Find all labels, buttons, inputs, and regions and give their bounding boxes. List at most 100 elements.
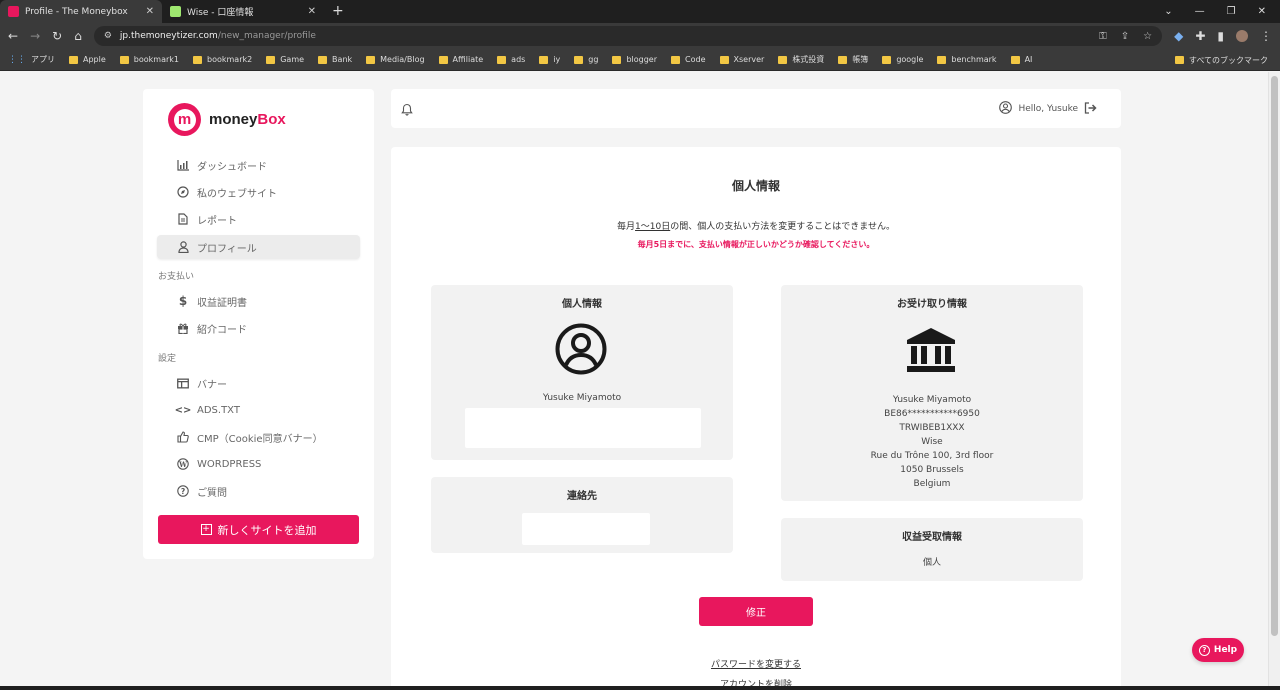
receipt-info-card: お受け取り情報 Yusuke Miyamoto BE86***********6… — [781, 285, 1083, 501]
sidebar-item-my-websites[interactable]: 私のウェブサイト — [157, 180, 360, 204]
sidebar-item-label: ご質問 — [197, 487, 227, 499]
share-icon[interactable]: ⇪ — [1121, 31, 1129, 42]
bookmark-item[interactable]: blogger — [612, 55, 657, 64]
thumbs-up-icon — [177, 431, 189, 443]
bookmark-item[interactable]: ads — [497, 55, 525, 64]
close-window-button[interactable]: ✕ — [1258, 6, 1266, 17]
sidebar-item-referral-code[interactable]: 紹介コード — [157, 316, 360, 340]
personal-info-title: 個人情報 — [562, 299, 602, 310]
logout-icon[interactable] — [1084, 101, 1097, 117]
banner-icon — [177, 378, 189, 389]
bookmark-item[interactable]: bookmark1 — [119, 55, 179, 64]
gift-icon — [177, 322, 189, 334]
minimize-button[interactable]: — — [1195, 6, 1205, 17]
moneybox-logo[interactable]: m moneyBox — [168, 103, 286, 136]
receipt-bic: TRWIBEB1XXX — [899, 423, 965, 433]
bookmark-item[interactable]: Code — [671, 55, 706, 64]
sidebar-item-report[interactable]: レポート — [157, 207, 360, 231]
bookmark-item[interactable]: Apple — [69, 55, 106, 64]
star-icon[interactable]: ☆ — [1143, 31, 1152, 42]
close-icon[interactable]: ✕ — [146, 6, 154, 17]
bookmark-item[interactable]: bookmark2 — [193, 55, 252, 64]
sidepanel-icon[interactable]: ▮ — [1217, 29, 1224, 43]
tab-search-icon[interactable]: ⌄ — [1164, 6, 1172, 17]
logo-wordmark: moneyBox — [209, 111, 286, 128]
close-icon[interactable]: ✕ — [308, 6, 316, 17]
address-bar[interactable]: ⚙ jp.themoneytizer.com/new_manager/profi… — [93, 26, 1163, 46]
home-icon[interactable]: ⌂ — [74, 29, 82, 43]
all-bookmarks[interactable]: すべてのブックマーク — [1166, 49, 1268, 70]
sidebar-item-revenue-certificate[interactable]: $ 収益証明書 — [157, 289, 360, 313]
folder-icon — [266, 55, 276, 64]
reload-icon[interactable]: ↻ — [52, 29, 62, 43]
bookmark-item[interactable]: Bank — [318, 55, 352, 64]
browser-toolbar: ← → ↻ ⌂ ⚙ jp.themoneytizer.com/new_manag… — [0, 23, 1280, 49]
sidebar-item-cmp[interactable]: CMP（Cookie同意バナー） — [157, 425, 360, 449]
personal-name: Yusuke Miyamoto — [542, 393, 622, 403]
puzzle-icon[interactable]: ✚ — [1195, 29, 1205, 43]
sidebar-item-faq[interactable]: ? ご質問 — [157, 479, 360, 503]
bookmark-item[interactable]: 帳簿 — [838, 54, 868, 65]
key-icon[interactable]: ⚿ — [1099, 31, 1107, 42]
bookmark-item[interactable]: Xserver — [719, 55, 764, 64]
bookmark-item[interactable]: 株式投資 — [778, 54, 824, 65]
edit-button[interactable]: 修正 — [699, 597, 813, 626]
sidebar-item-wordpress[interactable]: W WORDPRESS — [157, 452, 360, 476]
bookmark-item[interactable]: Media/Blog — [366, 55, 425, 64]
bookmark-item[interactable]: AI — [1010, 55, 1032, 64]
bookmark-item[interactable]: gg — [574, 55, 598, 64]
sidebar-item-label: レポート — [197, 215, 237, 227]
change-password-link[interactable]: パスワードを変更する — [391, 657, 1121, 670]
forward-icon[interactable]: → — [30, 29, 40, 43]
help-button[interactable]: ? Help — [1192, 638, 1244, 662]
user-icon — [177, 241, 189, 253]
wise-favicon-icon — [170, 6, 181, 17]
tab-wise[interactable]: Wise - 口座情報 ✕ — [162, 0, 324, 23]
site-info-icon[interactable]: ⚙ — [104, 31, 112, 41]
receipt-address: Rue du Trône 100, 3rd floor — [870, 451, 994, 461]
delete-account-link[interactable]: アカウントを削除 — [391, 677, 1121, 686]
bell-icon[interactable] — [401, 101, 413, 120]
tab-profile[interactable]: Profile - The Moneybox ✕ — [0, 0, 162, 23]
section-label-payment: お支払い — [158, 272, 195, 282]
bookmark-item[interactable]: benchmark — [937, 55, 997, 64]
page-scrollbar[interactable] — [1268, 72, 1280, 686]
avatar[interactable] — [1236, 30, 1248, 42]
contact-card: 連絡先 — [431, 477, 733, 553]
bookmark-item[interactable]: Affiliate — [438, 55, 483, 64]
folder-icon — [69, 55, 78, 64]
folder-icon — [778, 55, 788, 64]
extension-icon[interactable]: ◆ — [1174, 29, 1183, 43]
sidebar-item-dashboard[interactable]: ダッシュボード — [157, 153, 360, 177]
sidebar-item-banner[interactable]: バナー — [157, 371, 360, 395]
receipt-info-title: お受け取り情報 — [897, 299, 967, 310]
sidebar-item-profile[interactable]: プロフィール — [157, 235, 360, 259]
bookmark-item[interactable]: Game — [266, 55, 304, 64]
personal-info-field — [465, 408, 701, 448]
plus-square-icon: + — [200, 524, 212, 535]
menu-icon[interactable]: ⋮ — [1260, 29, 1272, 43]
bookmark-item[interactable]: google — [882, 55, 923, 64]
contact-field — [522, 513, 650, 545]
sidebar-item-label: ダッシュボード — [197, 161, 267, 173]
folder-icon — [539, 55, 549, 64]
bookmark-apps[interactable]: ⋮⋮ アプリ — [8, 54, 55, 65]
bookmark-item[interactable]: iy — [539, 55, 560, 64]
receipt-iban: BE86***********6950 — [884, 409, 980, 419]
bar-chart-icon — [177, 159, 189, 171]
receipt-name: Yusuke Miyamoto — [892, 395, 972, 405]
help-label: Help — [1213, 645, 1238, 655]
add-site-button[interactable]: + 新しくサイトを追加 — [158, 515, 359, 544]
folder-icon — [438, 55, 448, 64]
moneybox-favicon-icon — [8, 6, 19, 17]
payment-warning-notice: 毎月5日までに、支払い情報が正しいかどうか確認してください。 — [637, 240, 875, 249]
back-icon[interactable]: ← — [8, 29, 18, 43]
sidebar-item-ads-txt[interactable]: <> ADS.TXT — [157, 398, 360, 422]
tab-title: Wise - 口座情報 — [187, 8, 254, 18]
maximize-button[interactable]: ❐ — [1227, 6, 1236, 17]
folder-icon — [1010, 55, 1020, 64]
scrollbar-thumb[interactable] — [1271, 76, 1278, 636]
compass-icon — [177, 186, 189, 198]
folder-icon — [882, 55, 892, 64]
new-tab-button[interactable]: + — [324, 0, 352, 23]
